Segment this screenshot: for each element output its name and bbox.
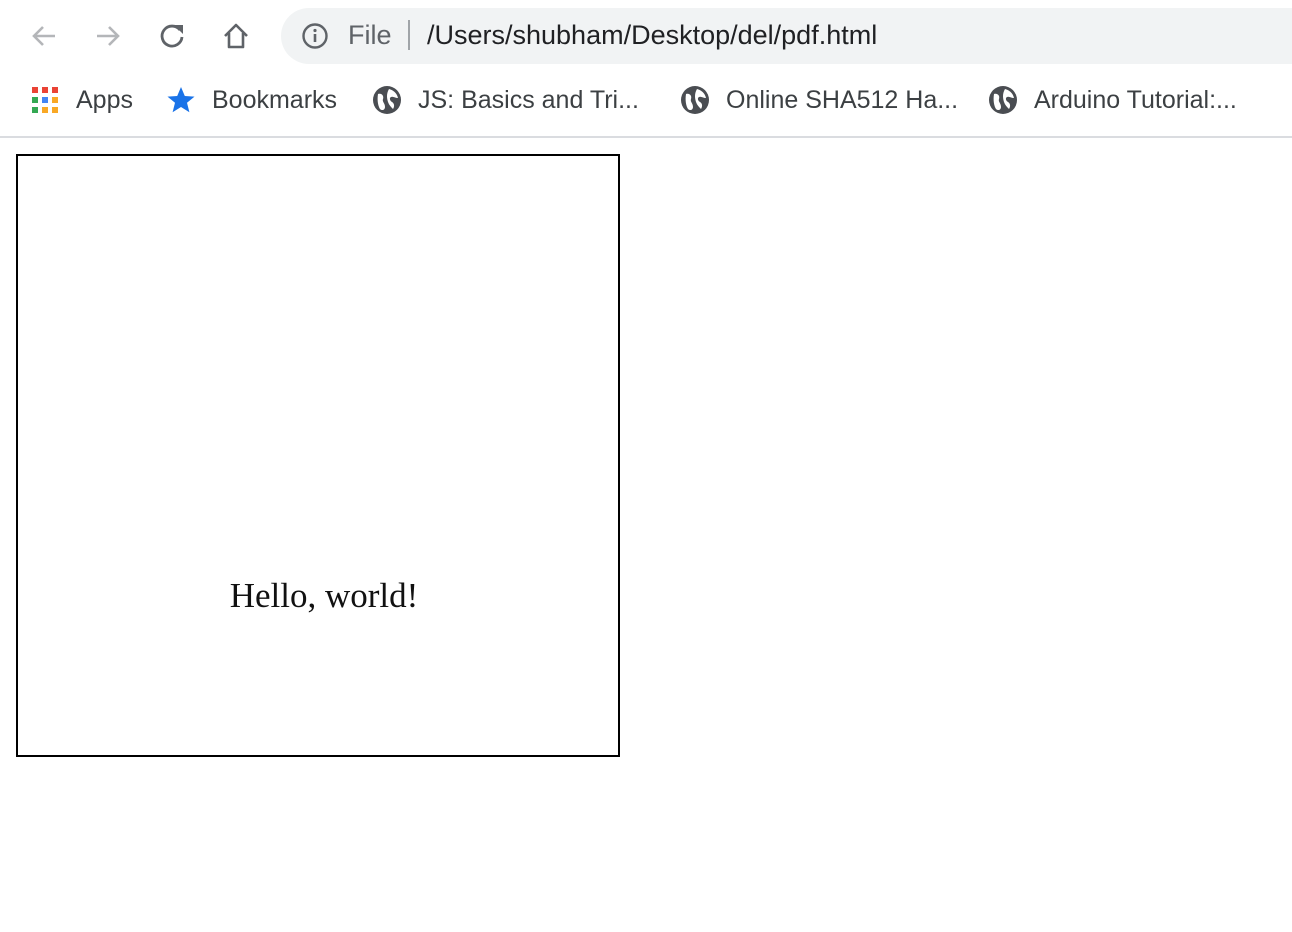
bookmark-label: Bookmarks — [212, 85, 338, 114]
bookmark-js-basics[interactable]: JS: Basics and Tri... — [372, 82, 639, 118]
reload-icon — [160, 24, 184, 48]
url-text[interactable]: /Users/shubham/Desktop/del/pdf.html — [427, 20, 877, 51]
bookmark-label: Apps — [76, 85, 133, 114]
home-button[interactable] — [218, 18, 254, 54]
bookmark-arduino[interactable]: Arduino Tutorial:... — [988, 82, 1237, 118]
apps-grid-icon — [30, 85, 60, 115]
omnibox-divider — [408, 20, 410, 50]
reload-button[interactable] — [154, 18, 190, 54]
pdf-document-frame: Hello, world! — [16, 154, 620, 757]
info-icon[interactable] — [301, 22, 329, 50]
back-button[interactable] — [26, 18, 62, 54]
globe-icon — [680, 85, 710, 115]
document-text: Hello, world! — [229, 576, 419, 615]
address-bar[interactable]: File /Users/shubham/Desktop/del/pdf.html — [281, 8, 1292, 64]
arrow-right-icon — [97, 26, 120, 46]
url-scheme-label: File — [348, 20, 392, 50]
forward-button[interactable] — [90, 18, 126, 54]
bookmark-bookmarks[interactable]: Bookmarks — [166, 82, 337, 118]
bookmark-label: Online SHA512 Ha... — [726, 85, 959, 114]
globe-icon — [988, 85, 1018, 115]
bookmarks-bar: Apps Bookmarks JS: Basics and Tri... Onl… — [0, 72, 1292, 138]
bookmark-label: JS: Basics and Tri... — [418, 85, 639, 114]
page-content: Hello, world! — [0, 138, 1292, 932]
star-icon — [166, 85, 196, 115]
bookmark-label: Arduino Tutorial:... — [1034, 85, 1237, 114]
home-icon — [224, 23, 248, 49]
bookmark-sha512[interactable]: Online SHA512 Ha... — [680, 82, 958, 118]
bookmark-apps[interactable]: Apps — [30, 82, 133, 118]
arrow-left-icon — [32, 26, 55, 46]
globe-icon — [372, 85, 402, 115]
browser-toolbar: File /Users/shubham/Desktop/del/pdf.html — [0, 0, 1292, 72]
